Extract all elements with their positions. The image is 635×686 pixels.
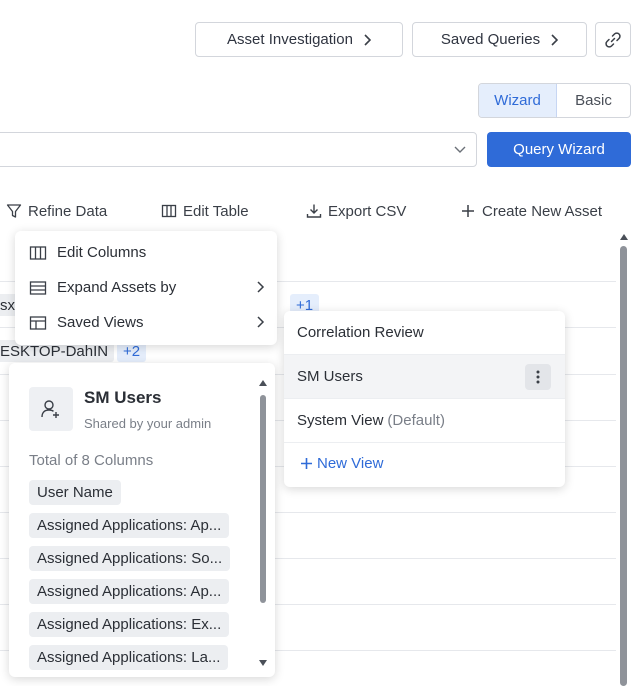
- column-chip: Assigned Applications: Ex...: [29, 612, 230, 637]
- columns-icon: [29, 245, 47, 260]
- new-view-button[interactable]: New View: [284, 443, 565, 483]
- chevron-right-icon: [364, 33, 371, 46]
- export-csv-button[interactable]: Export CSV: [306, 200, 406, 222]
- more-options-button[interactable]: [525, 364, 551, 390]
- preview-column-count: Total of 8 Columns: [29, 452, 154, 469]
- plus-icon: [462, 205, 474, 217]
- preview-title: SM Users: [84, 388, 162, 407]
- basic-tab[interactable]: Basic: [557, 84, 630, 117]
- preview-subtitle: Shared by your admin: [84, 416, 212, 431]
- view-item-label: Correlation Review: [297, 324, 424, 341]
- refine-data-button[interactable]: Refine Data: [6, 200, 107, 222]
- create-new-asset-label: Create New Asset: [482, 202, 603, 220]
- export-csv-label: Export CSV: [328, 202, 407, 220]
- menu-item-edit-columns[interactable]: Edit Columns: [15, 235, 277, 270]
- plus-icon: [301, 457, 312, 469]
- scroll-up-arrow-icon[interactable]: [258, 379, 268, 387]
- query-mode-toggle: Wizard Basic: [478, 83, 631, 118]
- view-item-sm-users[interactable]: SM Users: [284, 355, 565, 399]
- chevron-right-icon: [257, 316, 265, 328]
- column-chip: Assigned Applications: Ap...: [29, 513, 230, 538]
- menu-item-expand-assets-by[interactable]: Expand Assets by: [15, 270, 277, 305]
- column-chip: Assigned Applications: Ap...: [29, 579, 230, 604]
- default-label: (Default): [387, 412, 445, 429]
- filter-icon: [6, 204, 22, 218]
- scroll-down-arrow-icon[interactable]: [258, 659, 268, 667]
- query-wizard-button[interactable]: Query Wizard: [487, 132, 631, 167]
- create-new-asset-button[interactable]: Create New Asset: [460, 200, 602, 222]
- chevron-down-icon: [454, 146, 466, 153]
- chevron-right-icon: [257, 281, 265, 293]
- column-chip: Assigned Applications: So...: [29, 546, 231, 571]
- menu-item-label: Saved Views: [57, 314, 144, 331]
- saved-queries-button[interactable]: Saved Queries: [412, 22, 587, 57]
- copy-link-button[interactable]: [595, 22, 631, 57]
- download-icon: [306, 204, 322, 218]
- new-view-label: New View: [317, 454, 384, 472]
- column-chip: User Name: [29, 480, 121, 505]
- preview-scrollbar-thumb[interactable]: [260, 395, 266, 603]
- saved-queries-label: Saved Queries: [440, 31, 541, 48]
- asset-investigation-label: Asset Investigation: [227, 31, 353, 48]
- kebab-menu-icon: [536, 370, 540, 384]
- wizard-tab[interactable]: Wizard: [479, 84, 557, 117]
- view-item-label: SM Users: [297, 368, 363, 385]
- table-scrollbar-thumb[interactable]: [620, 246, 627, 686]
- app-root: Asset Investigation Saved Queries Wizard…: [0, 0, 635, 686]
- scroll-up-arrow-icon[interactable]: [619, 233, 629, 241]
- menu-item-label: Expand Assets by: [57, 279, 177, 296]
- menu-item-label: Edit Columns: [57, 244, 147, 261]
- refine-data-label: Refine Data: [28, 202, 108, 220]
- column-chip: Assigned Applications: La...: [29, 645, 229, 670]
- shared-user-icon: [29, 387, 73, 431]
- view-item-system-view[interactable]: System View (Default): [284, 399, 565, 443]
- refine-data-menu: Edit Columns Expand Assets by Saved View…: [15, 231, 277, 345]
- link-icon: [605, 31, 621, 48]
- layout-icon: [29, 315, 47, 330]
- asset-investigation-button[interactable]: Asset Investigation: [195, 22, 403, 57]
- view-preview-card: SM Users Shared by your admin Total of 8…: [9, 363, 275, 677]
- view-item-correlation-review[interactable]: Correlation Review: [284, 311, 565, 355]
- chevron-right-icon: [551, 33, 559, 46]
- saved-views-submenu: Correlation Review SM Users System View …: [284, 311, 565, 487]
- edit-table-label: Edit Table: [183, 202, 249, 220]
- view-item-label: System View: [297, 412, 384, 429]
- edit-table-button[interactable]: Edit Table: [161, 200, 249, 222]
- menu-item-saved-views[interactable]: Saved Views: [15, 305, 277, 340]
- list-icon: [29, 280, 47, 295]
- columns-icon: [161, 204, 177, 218]
- query-input[interactable]: [0, 132, 477, 167]
